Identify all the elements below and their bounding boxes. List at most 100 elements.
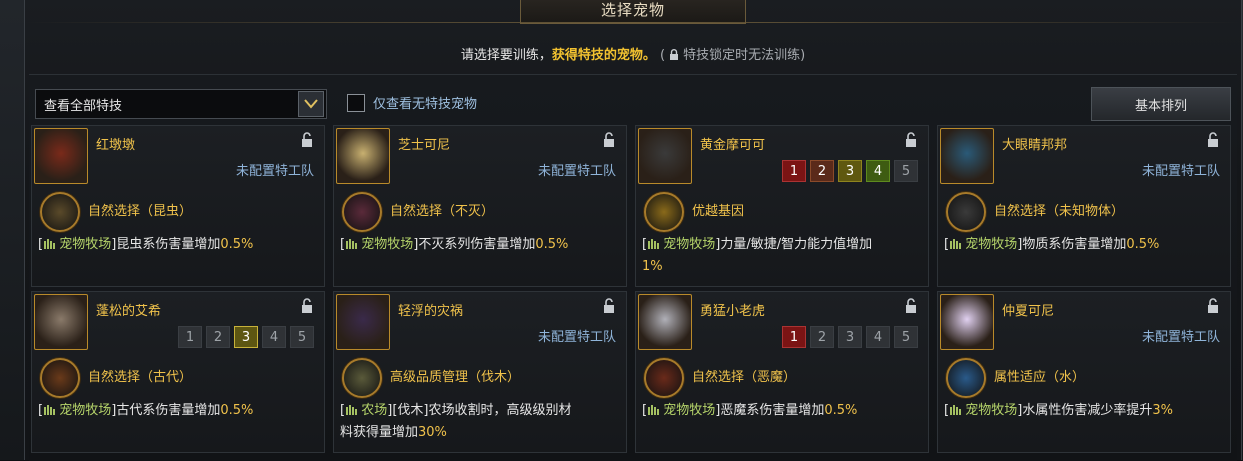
pet-portrait [336,128,390,184]
notice-text: 请选择要训练， [460,48,552,63]
skill-tag: 农场 [361,403,388,418]
skill-icon [40,192,80,232]
team-status: 未配置特工队 [537,164,616,179]
pet-portrait [34,294,88,350]
notice-sub: 特技锁定时无法训练) [683,48,806,63]
sort-button[interactable]: 基本排列 [1091,87,1231,121]
pet-name: 勇猛小老虎 [700,304,766,319]
level-box: 4 [866,160,890,182]
unlock-icon[interactable] [300,132,314,148]
skill-icon [342,192,382,232]
pet-card[interactable]: 红墩墩 未配置特工队 自然选择（昆虫） [ 宠物牧场]昆虫系伤害量增加0.5% [31,125,325,287]
skill-desc-text: 恶魔系伤害量增加 [720,403,825,418]
skill-desc-text: [伐木]农场收割时，高级级别材 [392,403,572,418]
skill-description: [ 农场][伐木]农场收割时，高级级别材 料获得量增加30% [340,403,572,440]
notice-sub-open: ( [660,48,666,63]
grass-icon [950,405,961,415]
unlock-icon[interactable] [300,298,314,314]
pet-name: 蓬松的艾希 [96,304,162,319]
skill-name: 高级品质管理（伐木） [390,370,521,385]
skill-desc-text: 水属性伤害减少率提升 [1022,403,1153,418]
level-box: 2 [206,326,230,348]
level-box: 3 [838,326,862,348]
pet-card[interactable]: 大眼睛邦邦 未配置特工队 自然选择（未知物体） [ 宠物牧场]物质系伤害量增加0.5% [937,125,1231,287]
skill-description: [ 宠物牧场]水属性伤害减少率提升3% [944,403,1173,418]
level-box: 3 [838,160,862,182]
skill-desc-line2: 料获得量增加 [340,425,419,440]
pet-portrait [638,128,692,184]
unlock-icon[interactable] [1206,298,1220,314]
skill-tag: 宠物牧场 [965,237,1018,252]
skill-icon [40,358,80,398]
skill-description: [ 宠物牧场]物质系伤害量增加0.5% [944,237,1160,252]
no-skill-filter[interactable]: 仅查看无特技宠物 [347,93,477,112]
team-status: 未配置特工队 [537,330,616,345]
skill-tag: 宠物牧场 [361,237,414,252]
skill-name: 属性适应（水） [994,370,1086,385]
skill-icon [644,358,684,398]
no-skill-checkbox[interactable] [347,93,365,112]
title-bar: 选择宠物 [25,0,1241,24]
team-status: 未配置特工队 [1141,164,1220,179]
pet-card[interactable]: 仲夏可尼 未配置特工队 属性适应（水） [ 宠物牧场]水属性伤害减少率提升3% [937,291,1231,453]
select-pet-window: 选择宠物 请选择要训练，获得特技的宠物。 (特技锁定时无法训练) 查看全部特技 … [24,0,1242,461]
training-level-bar: 12345 [178,326,314,348]
skill-desc-text: 力量/敏捷/智力能力值增加 [720,237,873,252]
grass-icon [44,405,55,415]
skill-value: 0.5% [535,237,569,252]
unlock-icon[interactable] [904,298,918,314]
skill-icon [946,358,986,398]
pet-portrait [34,128,88,184]
skill-icon [644,192,684,232]
skill-name: 自然选择（不灭） [390,204,495,219]
window-title: 选择宠物 [519,0,746,24]
pet-card[interactable]: 芝士可尼 未配置特工队 自然选择（不灭） [ 宠物牧场]不灭系列伤害量增加0.5% [333,125,627,287]
skill-name: 自然选择（古代） [88,370,193,385]
pet-card[interactable]: 勇猛小老虎 1 2 3 4 5 自然选择（恶魔） [ 宠物牧场]恶魔系伤害量增加0.5% [635,291,929,453]
level-box: 3 [234,326,258,348]
unlock-icon[interactable] [904,132,918,148]
pet-portrait [638,294,692,350]
title-divider [25,22,1241,23]
grass-icon [950,239,961,249]
skill-value: 0.5% [824,403,858,418]
pet-name: 轻浮的灾祸 [398,304,464,319]
team-status: 未配置特工队 [235,164,314,179]
skill-filter-dropdown[interactable]: 查看全部特技 [35,89,327,119]
skill-icon [946,192,986,232]
grass-icon [346,239,357,249]
unlock-icon[interactable] [1206,132,1220,148]
skill-value: 0.5% [220,237,254,252]
training-level-bar: 12345 [782,160,918,182]
skill-value: 0.5% [220,403,254,418]
pet-card[interactable]: 蓬松的艾希 1 2 3 4 5 自然选择（古代） [ 宠物牧场]古代系伤害量增加0.5% [31,291,325,453]
unlock-icon[interactable] [602,298,616,314]
pet-portrait [336,294,390,350]
skill-description: [ 宠物牧场]不灭系列伤害量增加0.5% [340,237,569,252]
chevron-down-icon[interactable] [298,91,324,117]
skill-tag: 宠物牧场 [663,237,716,252]
skill-tag: 宠物牧场 [59,403,112,418]
skill-tag: 宠物牧场 [965,403,1018,418]
skill-value: 0.5% [1126,237,1160,252]
skill-desc-text: 物质系伤害量增加 [1022,237,1127,252]
training-level-bar: 12345 [782,326,918,348]
pet-name: 黄金摩可可 [700,138,766,153]
skill-description: [ 宠物牧场]古代系伤害量增加0.5% [38,403,254,418]
level-box: 2 [810,160,834,182]
pet-card[interactable]: 黄金摩可可 1 2 3 4 5 优越基因[ 宠物牧场]力量/敏捷/智力能力值增加 1% [635,125,929,287]
level-box: 4 [866,326,890,348]
grass-icon [648,405,659,415]
pet-list-panel: 查看全部特技 仅查看无特技宠物 基本排列 红墩墩 未配置特工队 自然选择（昆虫）[ … [29,74,1237,461]
skill-description: [ 宠物牧场]昆虫系伤害量增加0.5% [38,237,254,252]
skill-tag: 宠物牧场 [663,403,716,418]
skill-tag: 宠物牧场 [59,237,112,252]
level-box: 4 [262,326,286,348]
skill-name: 自然选择（未知物体） [994,204,1125,219]
unlock-icon[interactable] [602,132,616,148]
pet-card[interactable]: 轻浮的灾祸 未配置特工队 高级品质管理（伐木）[ 农场][伐木]农场收割时，高级级别… [333,291,627,453]
lock-icon [670,49,679,60]
level-box: 1 [782,160,806,182]
skill-name: 自然选择（昆虫） [88,204,193,219]
skill-description: [ 宠物牧场]力量/敏捷/智力能力值增加 1% [642,237,873,274]
